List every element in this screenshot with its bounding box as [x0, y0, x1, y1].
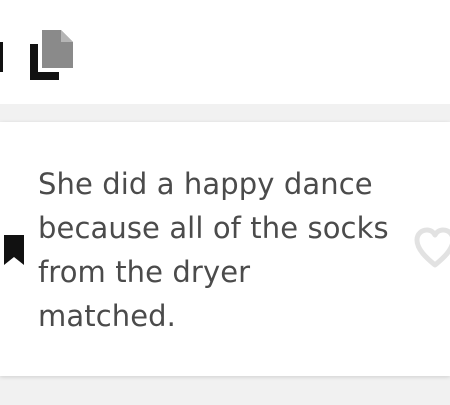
like-button[interactable] — [413, 225, 450, 271]
edge-fragment — [0, 42, 3, 72]
top-panel — [0, 0, 450, 104]
heart-outline-icon — [414, 227, 450, 268]
quote-text: She did a happy dance because all of the… — [38, 167, 389, 333]
quote-card: She did a happy dance because all of the… — [0, 122, 450, 376]
copy-icon — [30, 30, 73, 80]
bookmark-icon — [4, 235, 24, 265]
copy-button[interactable] — [28, 28, 76, 80]
bookmark-button[interactable] — [2, 233, 26, 267]
